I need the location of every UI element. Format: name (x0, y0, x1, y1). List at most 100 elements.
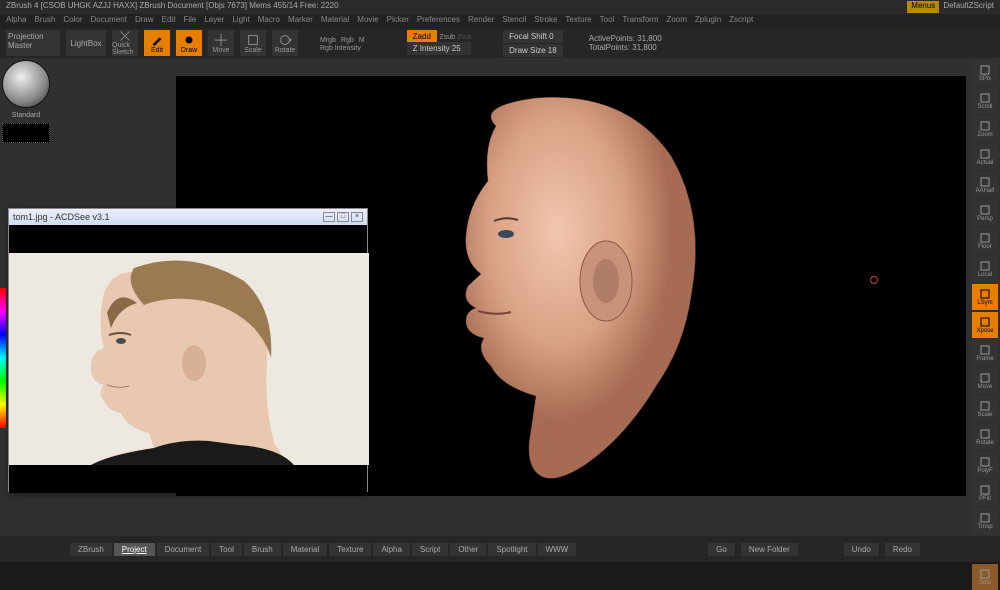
mrgb-button[interactable]: Mrgb (320, 37, 336, 44)
zoom-button[interactable]: Zoom (972, 116, 998, 142)
maximize-icon[interactable]: □ (337, 212, 349, 222)
lightbox-button[interactable]: LightBox (66, 30, 106, 56)
menu-light[interactable]: Light (232, 15, 249, 27)
tab-script[interactable]: Script (412, 543, 448, 556)
menu-tool[interactable]: Tool (600, 15, 615, 27)
menubar: Alpha Brush Color Document Draw Edit File Layer… (0, 14, 1000, 28)
edit-button[interactable]: Edit (144, 30, 170, 56)
go-button[interactable]: Go (708, 543, 735, 556)
menu-document[interactable]: Document (91, 15, 127, 27)
m-button[interactable]: M (359, 37, 365, 44)
menus-tag[interactable]: Menus (907, 1, 939, 13)
reference-window[interactable]: tom1.jpg - ACDSee v3.1 — □ × (8, 208, 368, 492)
quick-sketch-button[interactable]: Quick Sketch (112, 30, 138, 56)
undo-button[interactable]: Undo (844, 543, 879, 556)
menu-draw[interactable]: Draw (135, 15, 154, 27)
symmetry-indicator-icon (870, 276, 878, 284)
menu-stencil[interactable]: Stencil (502, 15, 526, 27)
close-icon[interactable]: × (351, 212, 363, 222)
tab-project[interactable]: Project (114, 543, 155, 556)
menu-material[interactable]: Material (321, 15, 349, 27)
scale-button[interactable]: Scale (972, 396, 998, 422)
focal-shift-slider[interactable]: Focal Shift 0 (503, 30, 563, 43)
lsym-button[interactable]: LSym (972, 284, 998, 310)
tab-texture[interactable]: Texture (329, 543, 371, 556)
menu-render[interactable]: Render (468, 15, 494, 27)
active-points-label: ActivePoints: 31,800 (589, 34, 662, 43)
workspace: Standard SPixScrollZoomActualAAHalfPersp… (0, 58, 1000, 536)
move-button[interactable]: Move (972, 368, 998, 394)
menu-marker[interactable]: Marker (288, 15, 313, 27)
local-button[interactable]: Local (972, 256, 998, 282)
brush-preview[interactable] (2, 60, 50, 108)
zsub-button[interactable]: Zsub (439, 34, 455, 41)
trnsp-button[interactable]: Trnsp (972, 508, 998, 534)
menu-alpha[interactable]: Alpha (6, 15, 26, 27)
color-spectrum[interactable] (0, 288, 6, 428)
reference-image (9, 225, 367, 493)
redo-button[interactable]: Redo (885, 543, 920, 556)
rotate-button[interactable]: Rotate (272, 30, 298, 56)
menu-zplugin[interactable]: Zplugin (695, 15, 721, 27)
menu-transform[interactable]: Transform (622, 15, 658, 27)
right-toolbar: SPixScrollZoomActualAAHalfPerspFloorLoca… (972, 60, 998, 590)
menu-stroke[interactable]: Stroke (534, 15, 557, 27)
solo-button[interactable]: Solo (972, 564, 998, 590)
bottom-bar: ZBrushProjectDocumentToolBrushMaterialTe… (0, 536, 1000, 562)
floor-button[interactable]: Floor (972, 228, 998, 254)
menu-zscript[interactable]: Zscript (729, 15, 753, 27)
tab-other[interactable]: Other (450, 543, 486, 556)
menu-zoom[interactable]: Zoom (666, 15, 686, 27)
minimize-icon[interactable]: — (323, 212, 335, 222)
project-name: DefaultZScript (943, 1, 994, 13)
menu-picker[interactable]: Picker (387, 15, 409, 27)
tab-www[interactable]: WWW (538, 543, 577, 556)
menu-texture[interactable]: Texture (565, 15, 591, 27)
menu-movie[interactable]: Movie (357, 15, 378, 27)
menu-file[interactable]: File (183, 15, 196, 27)
left-toolbar: Standard (2, 60, 50, 143)
tab-tool[interactable]: Tool (211, 543, 242, 556)
actual-button[interactable]: Actual (972, 144, 998, 170)
menu-macro[interactable]: Macro (258, 15, 280, 27)
tab-zbrush[interactable]: ZBrush (70, 543, 112, 556)
menu-color[interactable]: Color (63, 15, 82, 27)
title-text: ZBrush 4 [CSOB UHGK AZJJ HAXX] ZBrush Do… (6, 1, 339, 13)
menu-preferences[interactable]: Preferences (417, 15, 460, 27)
projection-master-button[interactable]: Projection Master (6, 30, 60, 56)
move-button[interactable]: Move (208, 30, 234, 56)
rgb-intensity-label: Rgb Intensity (320, 45, 365, 52)
new-folder-button[interactable]: New Folder (741, 543, 798, 556)
polyf-button[interactable]: PolyF (972, 452, 998, 478)
sculpt-model (406, 86, 716, 486)
tab-material[interactable]: Material (283, 543, 327, 556)
tab-spotlight[interactable]: Spotlight (488, 543, 535, 556)
reference-title: tom1.jpg - ACDSee v3.1 (13, 212, 110, 222)
draw-size-slider[interactable]: Draw Size 18 (503, 44, 563, 57)
top-toolbar: Projection Master LightBox Quick Sketch … (0, 28, 1000, 58)
persp-button[interactable]: Persp (972, 200, 998, 226)
titlebar: ZBrush 4 [CSOB UHGK AZJJ HAXX] ZBrush Do… (0, 0, 1000, 14)
menu-brush[interactable]: Brush (34, 15, 55, 27)
aahalf-button[interactable]: AAHalf (972, 172, 998, 198)
reference-titlebar[interactable]: tom1.jpg - ACDSee v3.1 — □ × (9, 209, 367, 225)
menu-layer[interactable]: Layer (204, 15, 224, 27)
brush-name: Standard (2, 112, 50, 119)
tab-alpha[interactable]: Alpha (373, 543, 409, 556)
xpose-button[interactable]: Xpose (972, 312, 998, 338)
rgb-button[interactable]: Rgb (341, 37, 354, 44)
tab-brush[interactable]: Brush (244, 543, 281, 556)
frame-button[interactable]: Frame (972, 340, 998, 366)
tab-document[interactable]: Document (157, 543, 209, 556)
scroll-button[interactable]: Scroll (972, 88, 998, 114)
menu-edit[interactable]: Edit (162, 15, 176, 27)
draw-button[interactable]: Draw (176, 30, 202, 56)
z-intensity-slider[interactable]: Z Intensity 25 (407, 42, 471, 55)
rotate-button[interactable]: Rotate (972, 424, 998, 450)
total-points-label: TotalPoints: 31,800 (589, 43, 662, 52)
color-swatch[interactable] (2, 123, 50, 143)
scale-button[interactable]: Scale (240, 30, 266, 56)
zcut-button[interactable]: Zcut (458, 34, 472, 41)
pfill-button[interactable]: PFill (972, 480, 998, 506)
spix-button[interactable]: SPix (972, 60, 998, 86)
